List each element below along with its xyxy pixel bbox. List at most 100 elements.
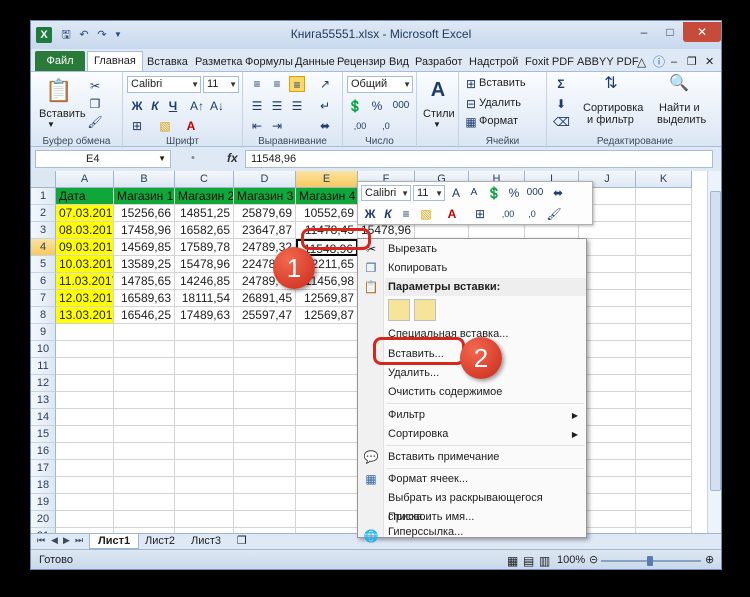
table-cell[interactable] bbox=[296, 443, 358, 460]
table-cell[interactable]: 07.03.2017 bbox=[56, 205, 114, 222]
table-cell[interactable] bbox=[234, 460, 296, 477]
table-cell[interactable]: 12.03.2017 bbox=[56, 290, 114, 307]
table-cell[interactable] bbox=[114, 494, 175, 511]
table-cell[interactable] bbox=[175, 460, 234, 477]
percent-icon[interactable]: % bbox=[369, 98, 385, 114]
row-header-17[interactable]: 17 bbox=[31, 460, 56, 477]
close-button[interactable]: ✕ bbox=[683, 22, 721, 42]
table-header-cell[interactable]: Дата bbox=[56, 188, 114, 205]
doc-close-button[interactable]: ✕ bbox=[705, 53, 714, 71]
mini-align-icon[interactable]: ≡ bbox=[398, 206, 414, 222]
align-right-icon[interactable]: ☰ bbox=[289, 98, 305, 114]
table-cell[interactable] bbox=[579, 477, 636, 494]
table-cell[interactable] bbox=[636, 443, 692, 460]
mini-currency-icon[interactable]: 💲 bbox=[486, 185, 502, 201]
table-cell[interactable] bbox=[579, 392, 636, 409]
table-cell[interactable] bbox=[296, 477, 358, 494]
table-cell[interactable] bbox=[114, 409, 175, 426]
table-cell[interactable] bbox=[296, 511, 358, 528]
doc-minimize-button[interactable]: – bbox=[671, 53, 677, 71]
increase-indent-icon[interactable]: ⇥ bbox=[269, 118, 285, 134]
row-header-12[interactable]: 12 bbox=[31, 375, 56, 392]
table-cell[interactable] bbox=[579, 426, 636, 443]
table-cell[interactable]: 26891,45 bbox=[234, 290, 296, 307]
table-cell[interactable]: 08.03.2017 bbox=[56, 222, 114, 239]
fill-icon[interactable]: ⬇ bbox=[553, 96, 569, 112]
minimize-button[interactable]: – bbox=[631, 22, 657, 42]
table-cell[interactable] bbox=[296, 358, 358, 375]
table-cell[interactable] bbox=[234, 426, 296, 443]
table-cell[interactable] bbox=[579, 494, 636, 511]
row-header-7[interactable]: 7 bbox=[31, 290, 56, 307]
row-header-9[interactable]: 9 bbox=[31, 324, 56, 341]
table-cell[interactable] bbox=[56, 426, 114, 443]
table-cell[interactable]: 13.03.2017 bbox=[56, 307, 114, 324]
styles-icon[interactable]: A bbox=[427, 78, 449, 102]
row-header-13[interactable]: 13 bbox=[31, 392, 56, 409]
zoom-slider-knob[interactable] bbox=[647, 556, 653, 566]
mini-percent-icon[interactable]: % bbox=[506, 185, 522, 201]
mini-grow-font-icon[interactable]: A bbox=[448, 185, 464, 201]
table-cell[interactable] bbox=[636, 341, 692, 358]
table-cell[interactable] bbox=[579, 324, 636, 341]
zoom-out-icon[interactable]: ⊝ bbox=[589, 553, 598, 566]
format-cells-button[interactable]: Формат bbox=[479, 115, 518, 127]
table-cell[interactable] bbox=[234, 341, 296, 358]
sort-filter-button[interactable]: Сортировка bbox=[583, 102, 643, 114]
normal-view-icon[interactable]: ▦ bbox=[507, 554, 518, 568]
increase-font-icon[interactable]: A↑ bbox=[189, 98, 205, 114]
table-cell[interactable] bbox=[234, 494, 296, 511]
table-cell[interactable]: 09.03.2017 bbox=[56, 239, 114, 256]
menu-define-name[interactable]: Присвоить имя... bbox=[385, 508, 586, 527]
save-icon[interactable]: 🖫 bbox=[59, 28, 73, 42]
row-header-11[interactable]: 11 bbox=[31, 358, 56, 375]
table-cell[interactable] bbox=[636, 290, 692, 307]
mini-size-combo[interactable]: 11 ▼ bbox=[413, 185, 445, 201]
tab-home[interactable]: Главная bbox=[87, 51, 143, 71]
table-cell[interactable] bbox=[579, 375, 636, 392]
number-format-combo[interactable]: Общий ▼ bbox=[347, 76, 413, 93]
table-cell[interactable]: 13589,25 bbox=[114, 256, 175, 273]
italic-button[interactable]: К bbox=[147, 98, 163, 114]
column-header-a[interactable]: A bbox=[56, 171, 114, 188]
table-cell[interactable] bbox=[636, 494, 692, 511]
row-header-14[interactable]: 14 bbox=[31, 409, 56, 426]
table-cell[interactable] bbox=[175, 341, 234, 358]
menu-clear-contents[interactable]: Очистить содержимое bbox=[385, 383, 586, 402]
formula-input[interactable]: 11548,96 bbox=[245, 150, 713, 168]
table-cell[interactable] bbox=[296, 392, 358, 409]
insert-function-button[interactable]: fx bbox=[227, 151, 238, 165]
new-sheet-icon[interactable]: ❐ bbox=[229, 534, 255, 549]
table-cell[interactable] bbox=[636, 324, 692, 341]
table-cell[interactable] bbox=[175, 392, 234, 409]
table-header-cell[interactable]: Магазин 3 bbox=[234, 188, 296, 205]
table-cell[interactable] bbox=[636, 460, 692, 477]
table-cell[interactable] bbox=[636, 358, 692, 375]
table-cell[interactable] bbox=[234, 511, 296, 528]
insert-cells-button[interactable]: Вставить bbox=[479, 77, 526, 89]
table-cell[interactable] bbox=[56, 494, 114, 511]
mini-decrease-decimal-icon[interactable]: ,0 bbox=[522, 206, 542, 222]
excel-app-icon[interactable]: X bbox=[36, 27, 52, 43]
table-cell[interactable] bbox=[175, 494, 234, 511]
sheet-tab-1[interactable]: Лист1 bbox=[89, 534, 140, 549]
cut-icon[interactable]: ✂ bbox=[87, 78, 103, 94]
table-cell[interactable] bbox=[636, 375, 692, 392]
menu-hyperlink[interactable]: Гиперссылка... bbox=[385, 527, 586, 538]
table-cell[interactable] bbox=[56, 409, 114, 426]
table-cell[interactable] bbox=[636, 426, 692, 443]
mini-format-painter-icon[interactable]: 🖌 bbox=[546, 206, 562, 222]
thousands-icon[interactable]: 000 bbox=[389, 98, 413, 114]
row-header-4[interactable]: 4 bbox=[31, 239, 56, 256]
paste-dropdown-icon[interactable]: ▼ bbox=[47, 120, 55, 129]
font-name-combo[interactable]: Calibri ▼ bbox=[127, 76, 201, 93]
next-sheet-icon[interactable]: ▶ bbox=[63, 535, 70, 546]
table-cell[interactable]: 14246,85 bbox=[175, 273, 234, 290]
mini-fill-color-icon[interactable]: ▧ bbox=[418, 206, 434, 222]
tab-file[interactable]: Файл bbox=[35, 51, 85, 71]
zoom-level[interactable]: 100% bbox=[557, 554, 585, 566]
tab-developer[interactable]: Разработ bbox=[415, 53, 462, 71]
delete-cells-icon[interactable]: ⊟ bbox=[463, 96, 479, 112]
tab-abbyy[interactable]: ABBYY PDF bbox=[577, 53, 639, 71]
table-cell[interactable]: 17489,63 bbox=[175, 307, 234, 324]
